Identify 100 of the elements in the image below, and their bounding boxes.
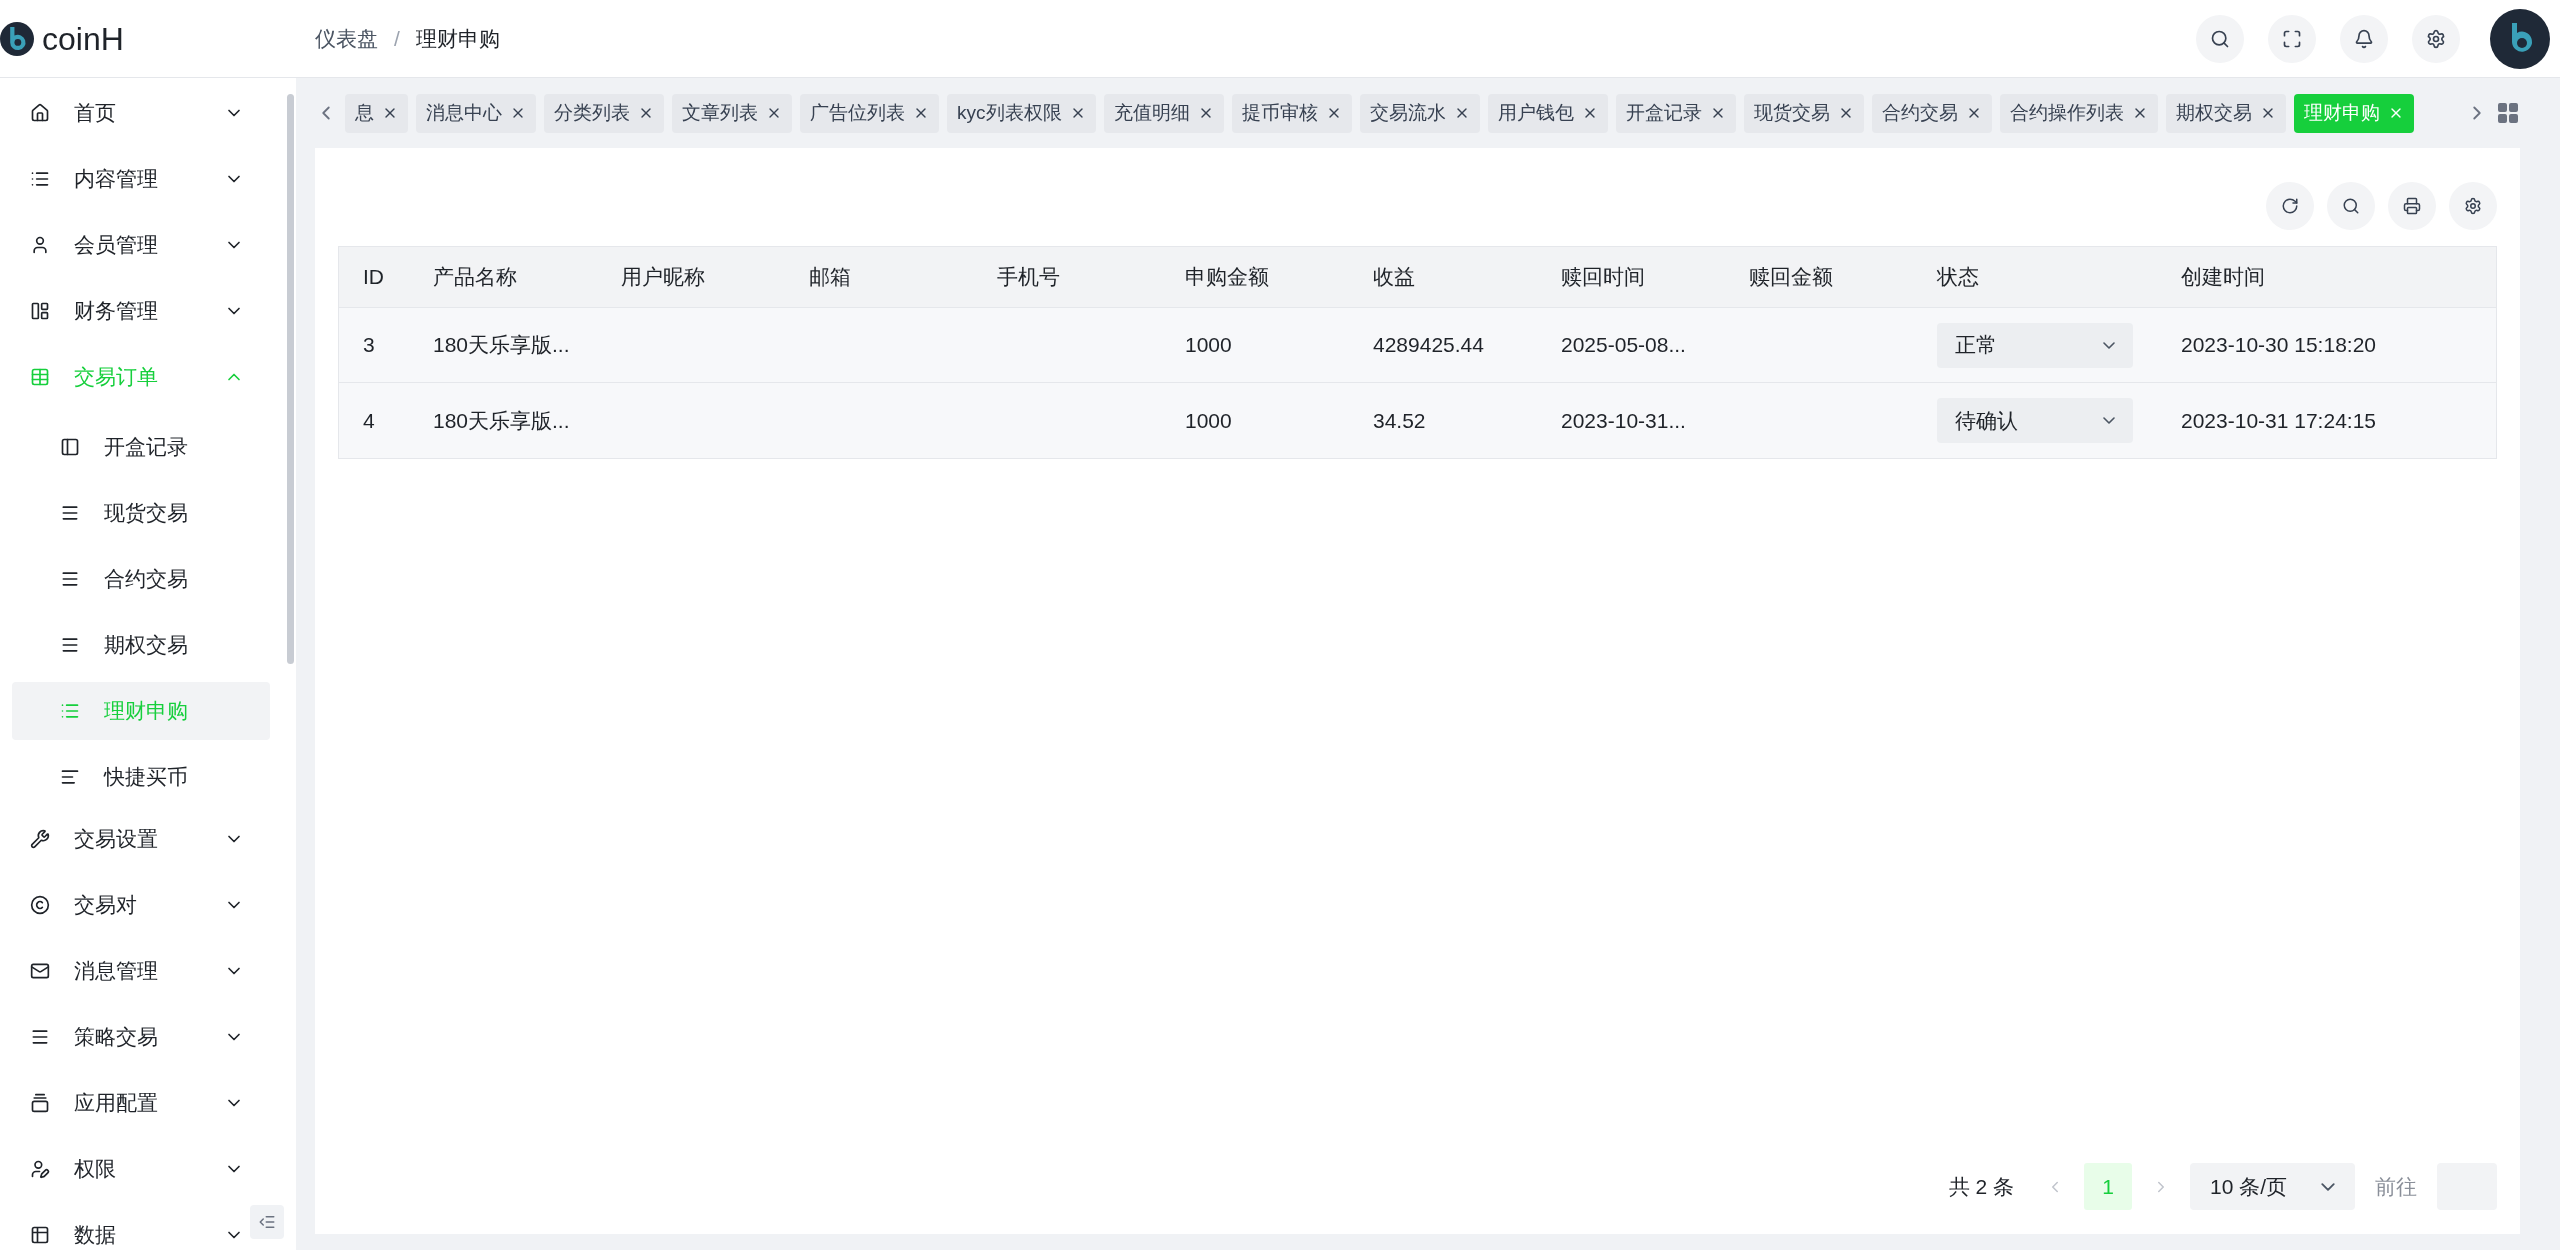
tab[interactable]: kyc列表权限 bbox=[947, 93, 1096, 133]
sidebar-item[interactable]: 应用配置 bbox=[0, 1070, 244, 1136]
column-header: 手机号 bbox=[997, 265, 1060, 289]
settings-button[interactable] bbox=[2412, 14, 2460, 63]
sidebar-item[interactable]: 交易设置 bbox=[0, 806, 244, 872]
goto-label: 前往 bbox=[2375, 1173, 2417, 1200]
sidebar-item[interactable]: 数据 bbox=[0, 1202, 244, 1250]
sidebar-item[interactable]: 权限 bbox=[0, 1136, 244, 1202]
column-header: 申购金额 bbox=[1185, 265, 1269, 289]
sidebar-subitem[interactable]: 开盒记录 bbox=[12, 418, 270, 476]
breadcrumb-item[interactable]: 仪表盘 bbox=[315, 22, 378, 55]
table-cell: 1000 bbox=[1185, 408, 1232, 432]
column-header: 收益 bbox=[1373, 265, 1415, 289]
breadcrumb-separator: / bbox=[394, 25, 400, 52]
tab[interactable]: 期权交易 bbox=[2165, 93, 2286, 133]
list-icon bbox=[30, 169, 50, 189]
table-cell: 180天乐享版... bbox=[433, 408, 570, 432]
table-cell: 4289425.44 bbox=[1373, 333, 1484, 357]
sidebar-item[interactable]: 消息管理 bbox=[0, 938, 244, 1004]
tab[interactable]: 消息中心 bbox=[416, 93, 536, 133]
table-cell: 4 bbox=[363, 408, 375, 432]
list-icon bbox=[60, 701, 80, 721]
tab[interactable]: 充值明细 bbox=[1103, 93, 1224, 133]
tab[interactable]: 提币审核 bbox=[1231, 93, 1352, 133]
refresh-icon bbox=[2281, 197, 2299, 215]
total-count: 共 2 条 bbox=[1948, 1173, 2014, 1200]
settings-icon bbox=[2426, 28, 2446, 49]
table-icon bbox=[30, 367, 50, 387]
table-cell: 2023-10-31 17:24:15 bbox=[2181, 408, 2376, 432]
fullscreen-icon bbox=[2282, 28, 2302, 49]
menu-icon bbox=[60, 569, 80, 589]
print-icon bbox=[2403, 197, 2421, 215]
column-header: ID bbox=[363, 265, 384, 289]
tab[interactable]: 用户钱包 bbox=[1487, 93, 1608, 133]
table-cell: 2025-05-08... bbox=[1561, 333, 1686, 357]
grid-icon[interactable] bbox=[2496, 101, 2520, 125]
status-select[interactable]: 正常 bbox=[1937, 322, 2133, 368]
sidebar-subitem[interactable]: 期权交易 bbox=[12, 616, 270, 674]
sidebar-subitem[interactable]: 快捷买币 bbox=[12, 748, 270, 806]
menu-icon bbox=[60, 503, 80, 523]
sidebar-item[interactable]: 交易对 bbox=[0, 872, 244, 938]
stack-icon bbox=[30, 1093, 50, 1113]
print-button[interactable] bbox=[2388, 182, 2436, 230]
tab[interactable]: 开盒记录 bbox=[1615, 93, 1736, 133]
mail-icon bbox=[30, 961, 50, 981]
sidebar-item[interactable]: 内容管理 bbox=[0, 146, 244, 212]
table-cell: 180天乐享版... bbox=[433, 333, 570, 357]
align-left-icon bbox=[60, 767, 80, 787]
search-icon bbox=[2342, 197, 2360, 215]
wrench-icon bbox=[30, 829, 50, 849]
scrollbar[interactable] bbox=[287, 94, 294, 664]
tab[interactable]: 合约操作列表 bbox=[1999, 93, 2158, 133]
layout-icon bbox=[30, 301, 50, 321]
table-cell: 2023-10-30 15:18:20 bbox=[2181, 333, 2376, 357]
tab[interactable]: 息 bbox=[345, 93, 408, 133]
sidebar-subitem[interactable]: 现货交易 bbox=[12, 484, 270, 542]
settings-button[interactable] bbox=[2449, 182, 2497, 230]
table-cell: 2023-10-31... bbox=[1561, 408, 1686, 432]
table-cell: 3 bbox=[363, 333, 375, 357]
column-header: 赎回金额 bbox=[1749, 265, 1833, 289]
user-icon bbox=[30, 235, 50, 255]
tab[interactable]: 分类列表 bbox=[544, 93, 664, 133]
bell-icon bbox=[2354, 28, 2374, 49]
chevron-down-icon bbox=[2103, 417, 2115, 424]
refresh-button[interactable] bbox=[2266, 182, 2314, 230]
user-edit-icon bbox=[30, 1159, 50, 1179]
bell-button[interactable] bbox=[2340, 14, 2388, 63]
search-button[interactable] bbox=[2327, 182, 2375, 230]
sidebar-subitem[interactable]: 合约交易 bbox=[12, 550, 270, 608]
sidebar-item[interactable]: 会员管理 bbox=[0, 212, 244, 278]
menu-icon bbox=[60, 635, 80, 655]
copyright-icon bbox=[30, 895, 50, 915]
table-cell: 34.52 bbox=[1373, 408, 1426, 432]
tab[interactable]: 交易流水 bbox=[1359, 93, 1480, 133]
tab[interactable]: 广告位列表 bbox=[800, 93, 939, 133]
column-header: 产品名称 bbox=[433, 265, 517, 289]
search-icon bbox=[2210, 28, 2230, 49]
sidebar-item[interactable]: 策略交易 bbox=[0, 1004, 244, 1070]
search-button[interactable] bbox=[2196, 14, 2244, 63]
home-icon bbox=[30, 103, 50, 123]
column-header: 状态 bbox=[1937, 265, 1979, 289]
collapse-icon bbox=[258, 1213, 276, 1231]
chevron-down-icon bbox=[2321, 1182, 2335, 1191]
app-name: coinH bbox=[42, 19, 124, 59]
menu-icon bbox=[30, 1027, 50, 1047]
column-header: 邮箱 bbox=[809, 265, 851, 289]
chevron-down-icon bbox=[2103, 341, 2115, 349]
column-header: 创建时间 bbox=[2181, 265, 2265, 289]
tab[interactable]: 合约交易 bbox=[1871, 93, 1992, 133]
status-select[interactable]: 待确认 bbox=[1937, 398, 2133, 443]
settings-icon bbox=[2464, 197, 2482, 215]
column-header: 赎回时间 bbox=[1561, 265, 1645, 289]
sidebar-item[interactable]: 财务管理 bbox=[0, 278, 244, 344]
tab[interactable]: 文章列表 bbox=[672, 93, 792, 133]
column-header: 用户昵称 bbox=[621, 265, 705, 289]
table-cell: 1000 bbox=[1185, 333, 1232, 357]
tab[interactable]: 现货交易 bbox=[1743, 93, 1864, 133]
sidebar-item[interactable]: 首页 bbox=[0, 80, 244, 146]
collapse-button[interactable] bbox=[250, 1205, 284, 1239]
page-size-select[interactable]: 10 条/页 bbox=[2190, 1163, 2355, 1210]
